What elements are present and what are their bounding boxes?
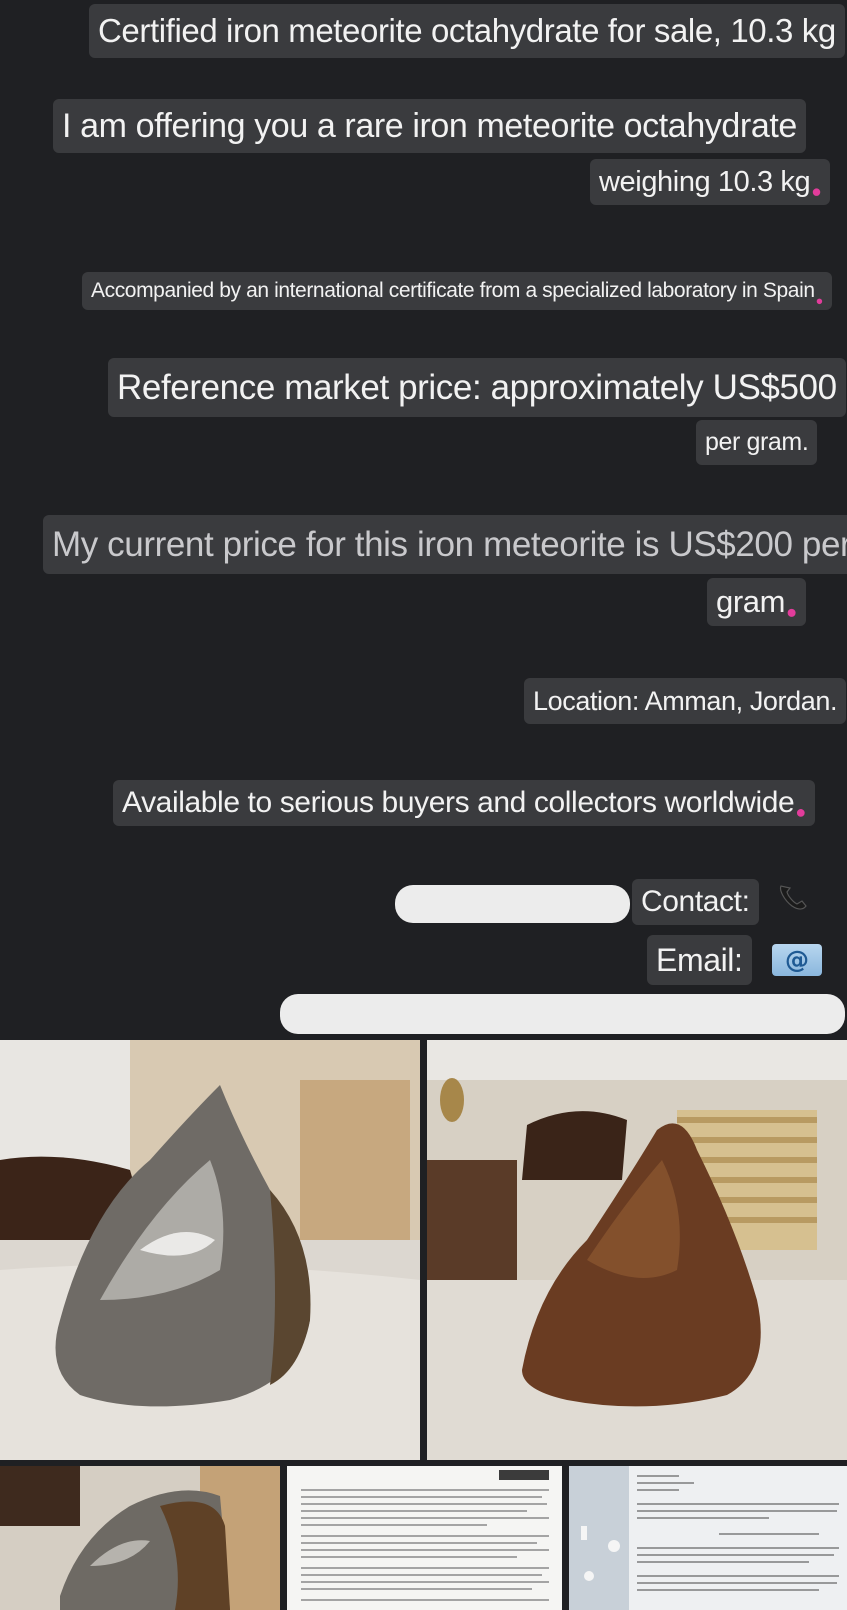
meteorite-photo-rusty-side[interactable] <box>427 1040 847 1460</box>
reference-price-text-2: per gram. <box>705 428 809 456</box>
current-price-text-2: gram <box>716 584 786 619</box>
redacted-email-address <box>280 994 845 1034</box>
offer-line-1-text: I am offering you a rare iron meteorite … <box>62 106 797 145</box>
availability-text: Available to serious buyers and collecto… <box>122 786 795 819</box>
meteorite-photo-metallic-side[interactable] <box>0 1040 420 1460</box>
current-price-text-1: My current price for this iron meteorite… <box>52 524 847 564</box>
reference-price-line-2: per gram. <box>696 420 818 465</box>
location-text: Location: Amman, Jordan. <box>533 685 838 716</box>
certificate-line: Accompanied by an international certific… <box>82 272 832 310</box>
offer-line-2: weighing 10.3 kg ● <box>590 159 831 205</box>
contact-label: Contact: <box>632 879 759 925</box>
certificate-document-page-1[interactable] <box>287 1466 562 1610</box>
sparkle-dot-icon: ● <box>795 802 806 823</box>
telephone-receiver-icon <box>779 885 807 910</box>
availability-line: Available to serious buyers and collecto… <box>113 780 815 826</box>
location-line: Location: Amman, Jordan. <box>524 678 847 724</box>
sparkle-dot-icon: ● <box>786 601 797 623</box>
contact-label-text: Contact: <box>641 885 750 918</box>
current-price-line-2: gram ● <box>707 578 806 626</box>
post-title: Certified iron meteorite octahydrate for… <box>89 4 845 58</box>
offer-line-2-text: weighing 10.3 kg <box>599 165 811 198</box>
at-sign-icon: @ <box>772 944 822 976</box>
certificate-text: Accompanied by an international certific… <box>91 279 815 302</box>
current-price-line-1: My current price for this iron meteorite… <box>43 515 847 574</box>
email-label-text: Email: <box>656 941 743 978</box>
meteorite-photo-closeup[interactable] <box>0 1466 280 1610</box>
sparkle-dot-icon: ● <box>815 294 824 309</box>
post-title-text: Certified iron meteorite octahydrate for… <box>98 12 836 49</box>
redacted-phone-number <box>395 885 630 923</box>
reference-price-line-1: Reference market price: approximately US… <box>108 358 846 417</box>
reference-price-text-1: Reference market price: approximately US… <box>117 367 837 407</box>
offer-line-1: I am offering you a rare iron meteorite … <box>53 99 806 153</box>
email-label: Email: <box>647 935 752 985</box>
certificate-document-page-2[interactable] <box>569 1466 847 1610</box>
sparkle-dot-icon: ● <box>811 181 822 202</box>
at-sign-glyph: @ <box>785 946 809 974</box>
